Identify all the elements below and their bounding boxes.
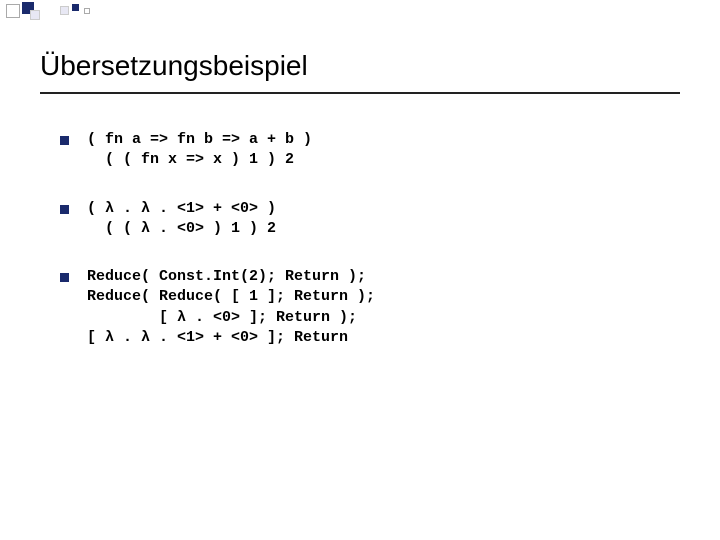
title-underline: [40, 92, 680, 94]
slide-title: Übersetzungsbeispiel: [40, 50, 308, 82]
decor-square: [84, 8, 90, 14]
code-block: Reduce( Const.Int(2); Return ); Reduce( …: [87, 267, 375, 348]
decor-square: [30, 10, 40, 20]
slide: Übersetzungsbeispiel ( fn a => fn b => a…: [0, 0, 720, 540]
list-item: Reduce( Const.Int(2); Return ); Reduce( …: [60, 267, 680, 348]
code-block: ( fn a => fn b => a + b ) ( ( fn x => x …: [87, 130, 312, 171]
decor-top: [0, 0, 720, 22]
decor-square: [72, 4, 79, 11]
decor-square: [6, 4, 20, 18]
list-item: ( fn a => fn b => a + b ) ( ( fn x => x …: [60, 130, 680, 171]
bullet-icon: [60, 273, 69, 282]
list-item: ( λ . λ . <1> + <0> ) ( ( λ . <0> ) 1 ) …: [60, 199, 680, 240]
bullet-icon: [60, 136, 69, 145]
content-area: ( fn a => fn b => a + b ) ( ( fn x => x …: [60, 130, 680, 376]
code-block: ( λ . λ . <1> + <0> ) ( ( λ . <0> ) 1 ) …: [87, 199, 276, 240]
bullet-icon: [60, 205, 69, 214]
decor-square: [60, 6, 69, 15]
